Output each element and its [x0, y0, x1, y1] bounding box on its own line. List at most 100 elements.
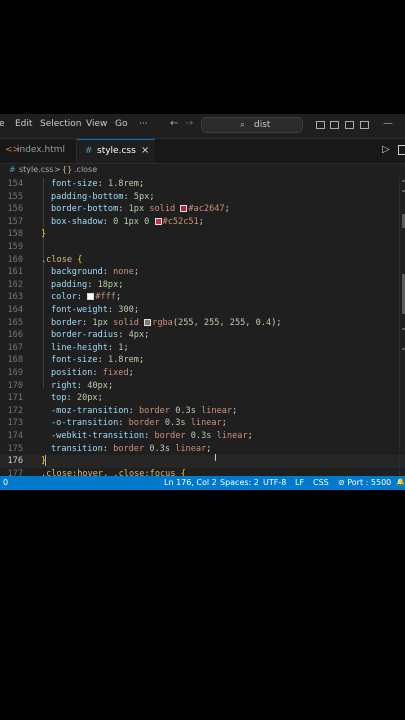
status-live-server-port[interactable]: ⊘ Port : 5500 [338, 478, 391, 487]
code-token: 1px [92, 317, 108, 328]
code-token: ; [206, 443, 212, 454]
code-line[interactable]: 176} [0, 455, 405, 468]
code-token: -o-transition [51, 418, 119, 429]
code-line[interactable]: 170 right: 40px; [0, 380, 405, 393]
code-token: solid [144, 204, 181, 215]
minimize-icon[interactable]: — [383, 118, 393, 129]
code-token: 255, 255, 255, 0.4 [178, 317, 272, 328]
status-cursor-position[interactable]: Ln 176, Col 2 [164, 478, 217, 487]
color-swatch[interactable] [87, 293, 95, 301]
code-token: -moz-transition [51, 405, 129, 416]
color-swatch[interactable] [144, 318, 152, 326]
code-token: 0.3s [175, 405, 196, 416]
line-number: 164 [7, 305, 23, 315]
menu-edit[interactable]: Edit [15, 119, 32, 129]
code-line[interactable]: 175 transition: border 0.3s linear; [0, 443, 405, 456]
code-token: box-shadow [51, 216, 103, 227]
editor-tabs: <> index.html # style.css × ▷ [0, 139, 405, 164]
run-icon[interactable]: ▷ [382, 144, 390, 155]
code-text: padding: 18px; [51, 279, 123, 292]
code-token: ; [123, 342, 129, 353]
code-token: solid [107, 317, 145, 328]
line-number: 159 [7, 242, 23, 252]
code-line[interactable]: 168 font-size: 1.8rem; [0, 354, 405, 367]
breadcrumb-symbol[interactable]: .close [74, 165, 97, 174]
back-arrow-icon[interactable]: ← [170, 118, 178, 129]
code-token: : [118, 418, 129, 429]
line-number: 169 [7, 368, 23, 378]
vscode-window: e Edit Selection View Go ··· ← → ⌕ dist … [0, 114, 405, 490]
code-line[interactable]: 159 [0, 241, 405, 254]
toggle-secondary-sidebar-icon[interactable] [345, 121, 354, 129]
code-text: padding-bottom: 5px; [51, 191, 155, 204]
code-line[interactable]: 156 border-bottom: 1px solid #ac2647; [0, 203, 405, 216]
code-line[interactable]: 158} [0, 228, 405, 241]
scrollbar[interactable] [399, 178, 405, 476]
forward-arrow-icon[interactable]: → [185, 118, 193, 129]
line-number: 156 [7, 204, 23, 215]
code-token: : [144, 431, 155, 441]
status-eol[interactable]: LF [295, 478, 304, 487]
line-number: 167 [7, 342, 23, 353]
code-line[interactable]: 167 line-height: 1; [0, 342, 405, 355]
code-line[interactable]: 173 -o-transition: border 0.3s linear; [0, 417, 405, 430]
code-token: ; [149, 191, 155, 202]
breadcrumb-file[interactable]: style.css [19, 165, 53, 174]
customize-layout-icon[interactable] [360, 121, 369, 129]
code-line[interactable]: 155 padding-bottom: 5px; [0, 191, 405, 204]
code-line[interactable]: 171 top: 20px; [0, 392, 405, 405]
bell-icon[interactable]: 🔔 [396, 478, 405, 486]
code-line[interactable]: 157 box-shadow: 0 1px 0 #c52c51; [0, 216, 405, 229]
title-bar: e Edit Selection View Go ··· ← → ⌕ dist … [0, 114, 405, 139]
line-number: 175 [7, 443, 23, 454]
code-line[interactable]: 172 -moz-transition: border 0.3s linear; [0, 405, 405, 418]
tab-style-css[interactable]: # style.css × [77, 139, 155, 163]
color-swatch[interactable] [154, 217, 162, 225]
split-editor-icon[interactable] [398, 145, 405, 155]
code-token: color [51, 292, 77, 303]
code-token: linear [195, 405, 233, 416]
search-text: dist [254, 120, 271, 130]
line-number: 154 [7, 179, 23, 189]
menu-go[interactable]: Go [115, 119, 127, 129]
tab-index-html[interactable]: <> index.html [0, 139, 77, 163]
css-file-icon: # [9, 165, 16, 174]
code-line[interactable]: 164 font-weight: 300; [0, 304, 405, 317]
code-token: ; [133, 267, 139, 278]
code-line[interactable]: 154 font-size: 1.8rem; [0, 178, 405, 191]
menu-more[interactable]: ··· [139, 119, 148, 129]
menu-file[interactable]: e [0, 119, 5, 129]
code-text: background: none; [51, 266, 139, 279]
code-token: 0 1px 0 [113, 216, 155, 227]
line-number: 158 [7, 229, 23, 240]
command-center-search[interactable]: ⌕ dist [201, 117, 303, 133]
line-number: 173 [7, 418, 23, 429]
status-language[interactable]: CSS [313, 478, 329, 487]
line-number: 162 [7, 279, 23, 290]
menu-view[interactable]: View [86, 119, 107, 129]
code-line[interactable]: 162 padding: 18px; [0, 279, 405, 292]
code-token: ; [247, 431, 253, 441]
code-line[interactable]: 174 -webkit-transition: border 0.3s linea… [0, 430, 405, 443]
status-remote[interactable]: 0 [3, 478, 8, 487]
code-token: padding [51, 279, 88, 290]
code-line[interactable]: 166 border-radius: 4px; [0, 329, 405, 342]
code-token: ; [128, 368, 134, 378]
code-line[interactable]: 169 position: fixed; [0, 367, 405, 380]
code-token: : [102, 443, 114, 454]
status-encoding[interactable]: UTF-8 [263, 478, 286, 487]
toggle-sidebar-icon[interactable] [316, 121, 325, 129]
code-line[interactable]: 160 .close { [0, 254, 405, 267]
code-line[interactable]: 165 border: 1px solid rgba(255, 255, 255,… [0, 317, 405, 330]
line-number: 163 [7, 292, 23, 303]
code-editor[interactable]: 154 font-size: 1.8rem; 155 padding-bottom: … [0, 178, 405, 479]
code-token: { [77, 254, 83, 265]
code-line[interactable]: 163 color: #fff; [0, 291, 405, 304]
code-token: : [102, 216, 114, 227]
toggle-panel-icon[interactable] [330, 121, 339, 129]
code-line[interactable]: 161 background: none; [0, 266, 405, 279]
menu-selection[interactable]: Selection [40, 119, 81, 129]
close-tab-icon[interactable]: × [141, 145, 149, 156]
status-indentation[interactable]: Spaces: 2 [220, 478, 259, 487]
color-swatch[interactable] [180, 205, 188, 213]
